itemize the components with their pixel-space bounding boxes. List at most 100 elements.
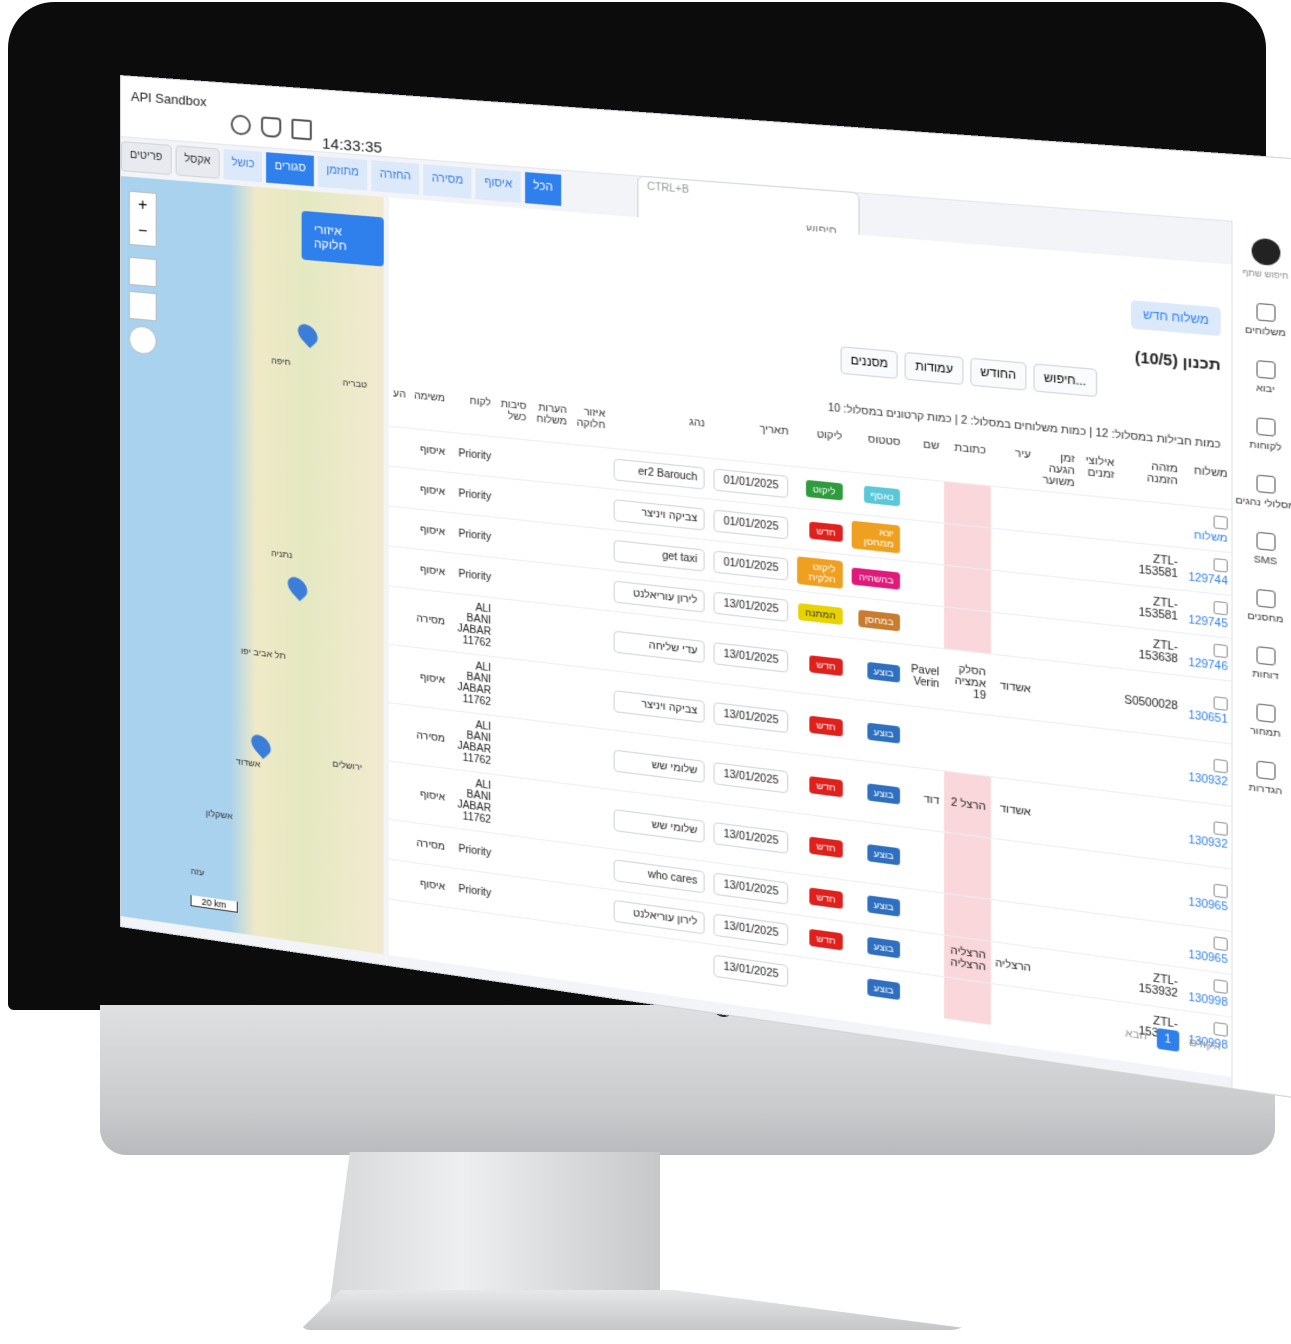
- map-pin[interactable]: [247, 731, 275, 759]
- column-header[interactable]: כתובת: [944, 437, 991, 486]
- driver-select[interactable]: צביקה ויניצר: [613, 498, 705, 531]
- columns-button[interactable]: עמודות: [905, 351, 964, 385]
- polygon-draw-icon[interactable]: [128, 290, 157, 322]
- row-checkbox[interactable]: [1213, 758, 1228, 774]
- shipment-id-link[interactable]: 129746: [1188, 657, 1228, 673]
- next-page-button[interactable]: הבא: [1125, 1028, 1147, 1043]
- shipment-id-link[interactable]: 130965: [1188, 897, 1228, 914]
- picking-badge[interactable]: חדש: [809, 887, 843, 909]
- row-checkbox[interactable]: [1213, 1021, 1228, 1037]
- date-field[interactable]: 13/01/2025: [713, 872, 789, 905]
- status-badge[interactable]: נאסף: [863, 485, 901, 507]
- row-checkbox[interactable]: [1213, 936, 1228, 952]
- help-icon[interactable]: [230, 114, 251, 136]
- date-field[interactable]: 13/01/2025: [713, 701, 789, 733]
- prev-page-button[interactable]: הקודם: [1189, 1037, 1221, 1054]
- date-field[interactable]: 13/01/2025: [713, 761, 789, 794]
- map-panel[interactable]: + − איזורי חלוקה חיפה טבריה נתניה תל אבי…: [120, 176, 384, 955]
- tab-scheduled[interactable]: מתוזמן: [318, 156, 368, 191]
- column-header[interactable]: מזהה הזמנה: [1119, 454, 1183, 505]
- zoom-out-button[interactable]: −: [130, 218, 156, 246]
- filters-button[interactable]: מסננים: [840, 346, 899, 380]
- shipment-id-link[interactable]: 130651: [1188, 710, 1228, 727]
- row-checkbox[interactable]: [1213, 883, 1228, 899]
- table-search-input[interactable]: חיפוש...: [1033, 363, 1097, 398]
- picking-badge[interactable]: חדש: [809, 928, 843, 951]
- date-field[interactable]: 01/01/2025: [713, 508, 789, 539]
- period-select[interactable]: החודש: [970, 357, 1027, 391]
- driver-select[interactable]: שלומי שש: [613, 808, 705, 843]
- picking-badge[interactable]: חדש: [809, 715, 843, 737]
- picking-badge[interactable]: חדש: [809, 776, 843, 798]
- tab-delivery[interactable]: מסירה: [423, 164, 472, 199]
- fullscreen-map-icon[interactable]: [128, 256, 157, 288]
- picking-badge[interactable]: חדש: [809, 521, 843, 542]
- row-checkbox[interactable]: [1213, 821, 1228, 837]
- nav-item[interactable]: משלוחים: [1233, 301, 1291, 340]
- picking-badge[interactable]: המתנה: [798, 603, 843, 625]
- circle-draw-icon[interactable]: [128, 324, 157, 356]
- driver-select[interactable]: לירון עוריאלנט: [613, 899, 705, 934]
- column-header[interactable]: עיר: [991, 441, 1036, 490]
- row-checkbox[interactable]: [1213, 558, 1228, 573]
- column-header[interactable]: משימה: [410, 386, 449, 432]
- nav-item[interactable]: מחסנים: [1233, 586, 1291, 626]
- status-badge[interactable]: במחסן: [858, 609, 901, 632]
- date-field[interactable]: 13/01/2025: [713, 954, 789, 987]
- tab-closed[interactable]: סגורים: [266, 152, 315, 187]
- column-header[interactable]: איזור חלוקה: [571, 401, 609, 448]
- fullscreen-icon[interactable]: [291, 118, 312, 141]
- driver-select[interactable]: עדי שליחה: [613, 630, 705, 663]
- row-checkbox[interactable]: [1213, 696, 1228, 711]
- driver-select[interactable]: get taxi: [613, 539, 705, 572]
- picking-badge[interactable]: חדש: [809, 655, 843, 676]
- nav-item[interactable]: תמחור: [1233, 701, 1291, 742]
- bell-icon[interactable]: [260, 116, 282, 139]
- zoom-in-button[interactable]: +: [130, 192, 156, 220]
- status-badge[interactable]: בוצע: [866, 978, 901, 1001]
- driver-select[interactable]: who cares: [613, 858, 705, 893]
- current-page[interactable]: 1: [1156, 1027, 1180, 1052]
- map-pin[interactable]: [294, 320, 322, 349]
- driver-select[interactable]: לירון עוריאלנט: [613, 580, 705, 613]
- shipment-id-link[interactable]: 130965: [1188, 949, 1228, 966]
- column-header[interactable]: זמן הגעה משוער: [1036, 446, 1080, 495]
- column-header[interactable]: לקוח: [449, 390, 495, 437]
- shipment-id-link[interactable]: 129744: [1188, 572, 1228, 588]
- driver-select[interactable]: צביקה ויניצר: [613, 689, 705, 723]
- column-header[interactable]: שם: [905, 433, 944, 481]
- sandbox-selector[interactable]: API Sandbox: [131, 89, 207, 110]
- map-pin[interactable]: [283, 573, 312, 602]
- row-checkbox[interactable]: [1213, 978, 1228, 995]
- shipment-id-link[interactable]: 130998: [1188, 992, 1228, 1010]
- row-checkbox[interactable]: [1213, 600, 1228, 616]
- column-header[interactable]: משלוח: [1183, 460, 1233, 510]
- tab-failed[interactable]: כושל: [223, 148, 263, 183]
- items-button[interactable]: פריטים: [120, 141, 172, 176]
- tab-return[interactable]: החזרה: [371, 160, 420, 195]
- excel-button[interactable]: אקסל: [175, 145, 220, 179]
- picking-badge[interactable]: ליקוט: [805, 479, 843, 501]
- status-badge[interactable]: בוצע: [866, 783, 901, 805]
- row-checkbox[interactable]: [1213, 515, 1228, 530]
- shipment-id-link[interactable]: 130932: [1188, 834, 1228, 851]
- column-header[interactable]: סטטוס: [847, 428, 905, 478]
- shipment-id-link[interactable]: 130932: [1188, 772, 1228, 789]
- date-field[interactable]: 01/01/2025: [713, 550, 789, 581]
- status-badge[interactable]: בוצע: [866, 661, 901, 683]
- column-header[interactable]: הערות משלוח: [531, 397, 571, 444]
- picking-badge[interactable]: ליקוט חלקית: [797, 556, 843, 589]
- new-shipment-button[interactable]: משלוח חדש: [1131, 300, 1221, 337]
- nav-item[interactable]: מסלולי נהגים: [1233, 472, 1291, 511]
- date-field[interactable]: 13/01/2025: [713, 821, 789, 854]
- nav-item[interactable]: SMS: [1233, 529, 1291, 569]
- status-badge[interactable]: בוצע: [866, 722, 901, 744]
- row-checkbox[interactable]: [1213, 643, 1228, 659]
- status-badge[interactable]: בוצע: [866, 844, 901, 866]
- status-badge[interactable]: בוצע: [866, 895, 901, 917]
- date-field[interactable]: 01/01/2025: [713, 467, 789, 498]
- shipment-id-link[interactable]: 129745: [1188, 614, 1228, 630]
- tab-pickup[interactable]: איסוף: [475, 168, 521, 203]
- nav-item[interactable]: הגדרות: [1233, 758, 1291, 799]
- column-header[interactable]: אילוצי זמנים: [1079, 450, 1119, 499]
